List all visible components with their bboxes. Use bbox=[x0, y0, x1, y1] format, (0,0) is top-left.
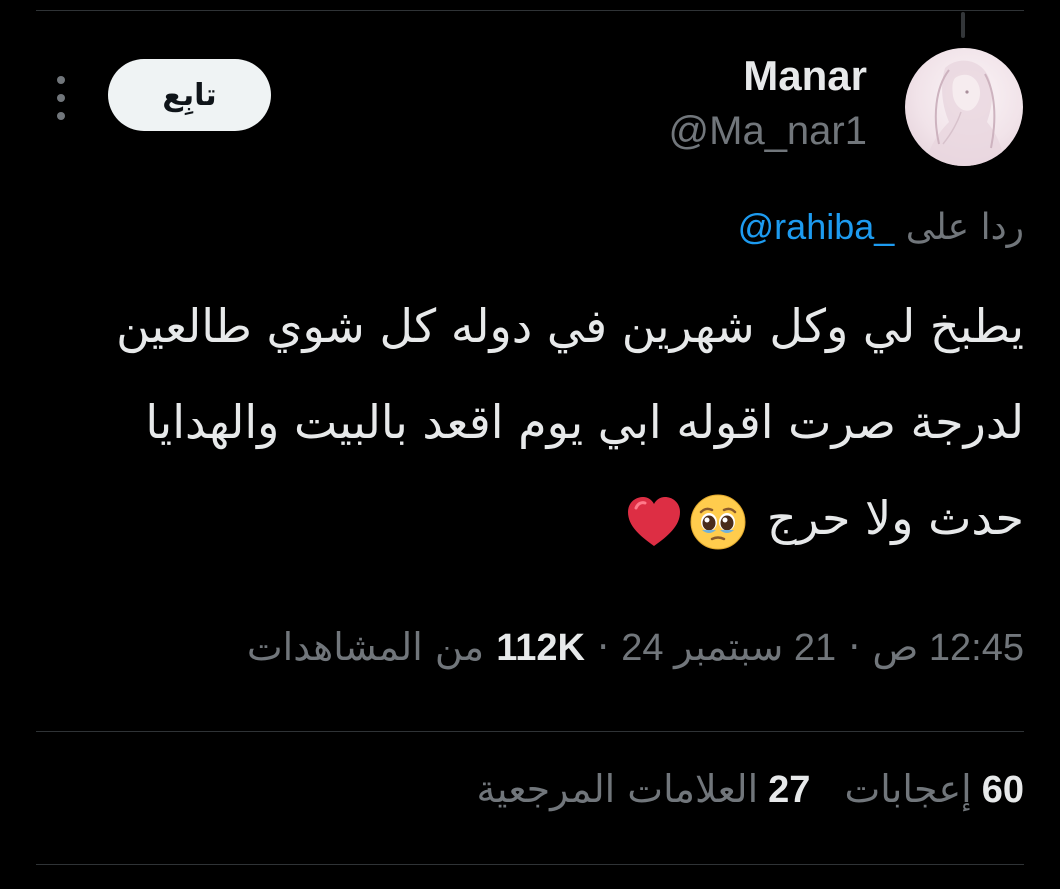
reply-context: ردا على @rahiba_ bbox=[738, 204, 1024, 251]
tweet-text: يطبخ لي وكل شهرين في دوله كل شوي طالعين … bbox=[44, 278, 1024, 566]
thread-connector-line bbox=[961, 12, 965, 38]
follow-button[interactable]: تابِع bbox=[108, 59, 271, 131]
tweet-time[interactable]: 12:45 ص bbox=[872, 627, 1024, 669]
likes-label[interactable]: إعجابات bbox=[844, 767, 971, 811]
views-count[interactable]: 112K bbox=[496, 627, 585, 669]
likes-stat[interactable]: 60 إعجابات bbox=[844, 762, 1024, 817]
likes-count[interactable]: 60 bbox=[982, 769, 1024, 811]
bookmarks-stat[interactable]: 27العلامات المرجعية bbox=[476, 762, 810, 817]
bookmarks-label[interactable]: العلامات المرجعية bbox=[476, 767, 758, 811]
red-heart-emoji-icon bbox=[624, 492, 684, 552]
views-label: من المشاهدات bbox=[246, 625, 485, 669]
tweet-text-line: يطبخ لي وكل شهرين في دوله كل شوي طالعين bbox=[116, 299, 1024, 353]
tweet-text-line-last: حدث ولا حرج bbox=[44, 470, 1024, 566]
author-handle[interactable]: @Ma_nar1 bbox=[669, 108, 867, 154]
more-options-button[interactable] bbox=[50, 76, 72, 120]
reply-mention-link[interactable]: @rahiba_ bbox=[738, 206, 895, 247]
tweet-text-line: لدرجة صرت اقوله ابي يوم اقعد بالبيت واله… bbox=[145, 395, 1024, 449]
vertical-ellipsis-icon bbox=[57, 76, 65, 84]
vertical-ellipsis-icon-dot bbox=[57, 112, 65, 120]
reply-label: ردا على bbox=[905, 207, 1024, 248]
tweet-text-line: حدث ولا حرج bbox=[766, 491, 1024, 545]
tweet-meta: 12:45 ص · 21 سبتمبر 24 · 112K من المشاهد… bbox=[247, 622, 1024, 673]
profile-photo-icon bbox=[925, 60, 1005, 166]
reply-mention-text[interactable]: @rahiba_ bbox=[738, 206, 895, 247]
tweet-time-text[interactable]: 12:45 ص bbox=[872, 627, 1024, 669]
author-display-name[interactable]: Manar bbox=[743, 52, 867, 100]
vertical-ellipsis-icon-dot bbox=[57, 94, 65, 102]
avatar[interactable] bbox=[905, 48, 1023, 166]
tweet-date[interactable]: 21 سبتمبر 24 bbox=[621, 627, 836, 669]
pleading-face-emoji-icon bbox=[688, 492, 748, 552]
meta-separator: · bbox=[597, 625, 610, 669]
stats-divider-bottom bbox=[36, 864, 1024, 865]
top-divider bbox=[36, 10, 1024, 11]
bookmarks-count[interactable]: 27 bbox=[768, 769, 810, 811]
engagement-stats: 60 إعجابات 27العلامات المرجعية bbox=[476, 762, 1024, 817]
meta-separator: · bbox=[848, 625, 861, 669]
tweet-date-text[interactable]: 21 سبتمبر 24 bbox=[621, 627, 836, 669]
stats-divider-top bbox=[36, 731, 1024, 732]
